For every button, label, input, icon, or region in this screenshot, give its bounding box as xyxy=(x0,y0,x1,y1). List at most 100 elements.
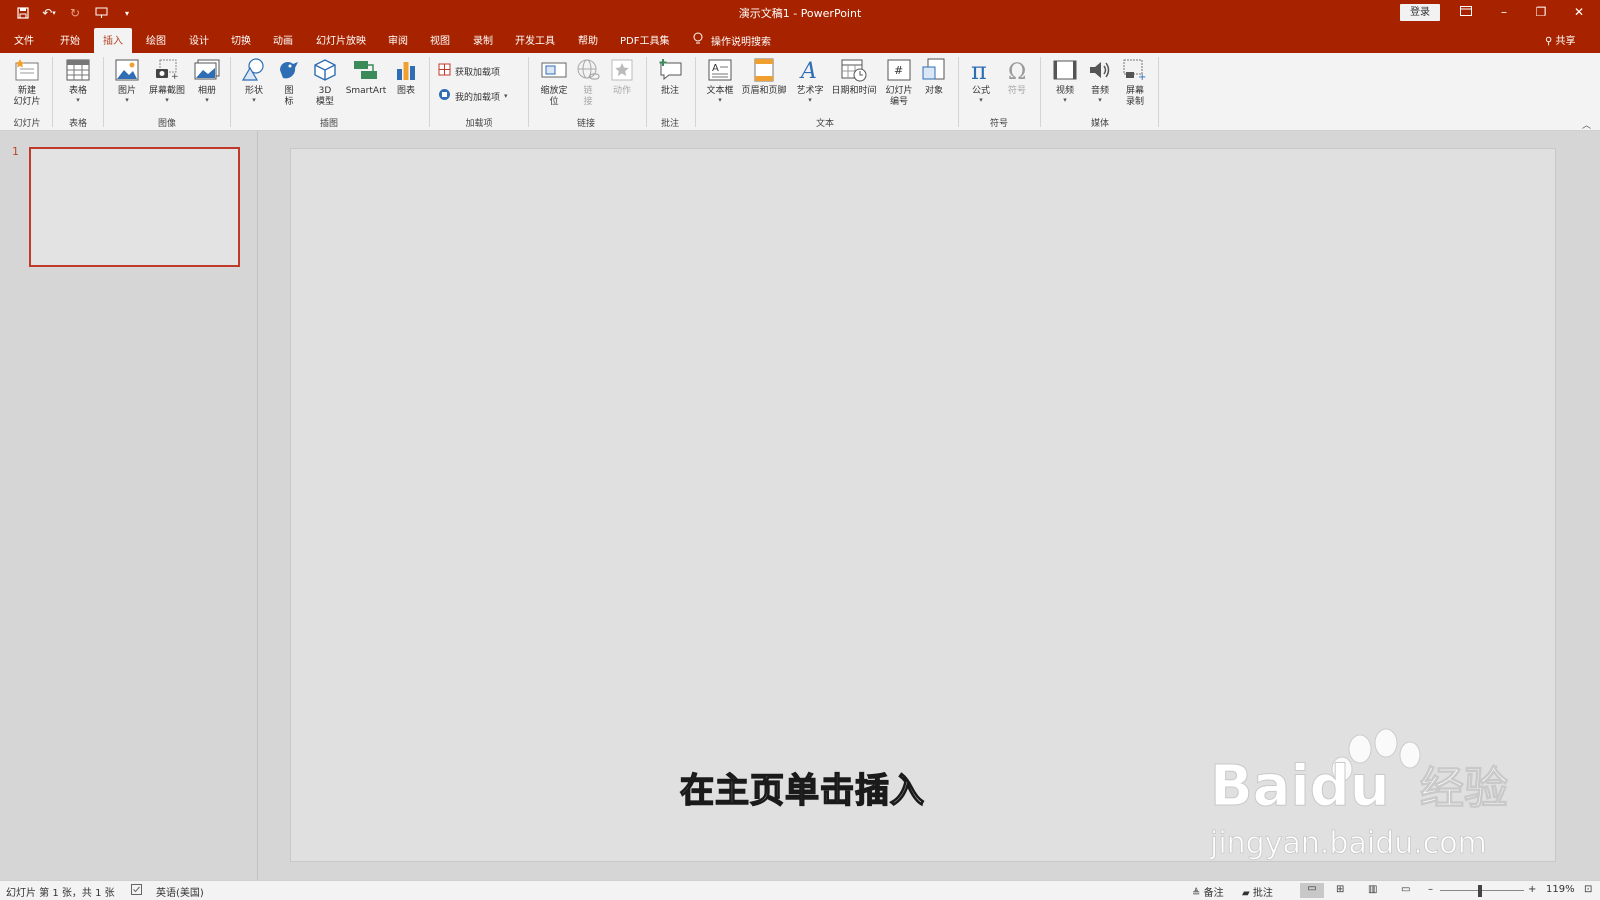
chevron-down-icon: ▾ xyxy=(76,96,80,104)
screenshot-icon: + xyxy=(153,56,181,84)
group-label-addins: 加载项 xyxy=(465,119,493,129)
star-action-icon xyxy=(608,56,636,84)
action-button[interactable]: 动作 xyxy=(608,56,636,97)
zoom-in-icon[interactable]: + xyxy=(1528,884,1536,895)
screenshot-button[interactable]: + 屏幕截图 ▾ xyxy=(145,56,189,104)
minimize-icon[interactable]: – xyxy=(1494,3,1514,21)
photo-album-button[interactable]: 相册 ▾ xyxy=(190,56,224,104)
group-label-media: 媒体 xyxy=(1090,119,1109,129)
tab-developer[interactable]: 开发工具 xyxy=(515,32,555,47)
tab-view[interactable]: 视图 xyxy=(430,32,450,47)
ribbon-display-options-icon[interactable] xyxy=(1456,3,1476,21)
restore-icon[interactable]: ❐ xyxy=(1531,3,1551,21)
wordart-button[interactable]: A 艺术字 ▾ xyxy=(792,56,828,104)
omega-icon: Ω xyxy=(1003,56,1031,84)
icons-button[interactable]: 图 标 xyxy=(274,56,304,108)
my-addins-button[interactable]: 我的加载项 ▾ xyxy=(438,88,508,104)
tab-design[interactable]: 设计 xyxy=(189,32,209,47)
tell-me-search[interactable]: 操作说明搜索 xyxy=(693,32,771,48)
watermark-brand: Baidu xyxy=(1210,754,1390,819)
group-separator xyxy=(230,57,231,127)
close-icon[interactable]: ✕ xyxy=(1569,3,1589,21)
slide-thumbnail[interactable] xyxy=(29,147,240,267)
equation-button[interactable]: π 公式 ▾ xyxy=(966,56,996,104)
login-button[interactable]: 登录 xyxy=(1400,4,1440,21)
object-button[interactable]: 对象 xyxy=(919,56,949,97)
screen-recording-label: 屏幕 录制 xyxy=(1125,86,1144,107)
chevron-down-icon: ▾ xyxy=(718,96,722,104)
tab-file[interactable]: 文件 xyxy=(14,32,34,47)
tab-home[interactable]: 开始 xyxy=(60,32,80,47)
tab-draw[interactable]: 绘图 xyxy=(146,32,166,47)
table-button[interactable]: 表格 ▾ xyxy=(60,56,96,104)
notes-icon: ≜ xyxy=(1192,888,1201,899)
get-addins-label: 获取加载项 xyxy=(455,67,501,78)
share-button[interactable]: ⚲ 共享 xyxy=(1545,32,1576,47)
chevron-down-icon: ▾ xyxy=(252,96,256,104)
chevron-down-icon: ▾ xyxy=(125,96,129,104)
textbox-button[interactable]: A 文本框 ▾ xyxy=(702,56,738,104)
collapse-ribbon-icon[interactable]: ︿ xyxy=(1582,118,1591,131)
pi-icon: π xyxy=(967,56,995,84)
chevron-down-icon: ▾ xyxy=(504,92,508,100)
screen-recording-button[interactable]: + 屏幕 录制 xyxy=(1120,56,1150,108)
tab-help[interactable]: 帮助 xyxy=(578,32,598,47)
fit-slide-icon[interactable]: ⊡ xyxy=(1584,884,1592,895)
symbol-button[interactable]: Ω 符号 xyxy=(1002,56,1032,97)
slide-number-button[interactable]: # 幻灯片 编号 xyxy=(880,56,918,108)
zoom-out-icon[interactable]: – xyxy=(1428,884,1433,895)
date-time-button[interactable]: 日期和时间 xyxy=(828,56,880,97)
window-title: 演示文稿1 - PowerPoint xyxy=(738,7,862,20)
3d-models-button[interactable]: 3D 模型 xyxy=(308,56,342,108)
language-indicator[interactable]: 英语(美国) xyxy=(156,884,204,899)
zoom-level[interactable]: 119% xyxy=(1546,884,1575,895)
globe-link-icon xyxy=(574,56,602,84)
audio-button[interactable]: 音频 ▾ xyxy=(1085,56,1115,104)
chart-button[interactable]: 图表 xyxy=(392,56,420,97)
chart-label: 图表 xyxy=(396,86,415,96)
smartart-button[interactable]: SmartArt xyxy=(343,56,389,97)
slide-number-icon: # xyxy=(885,56,913,84)
zoom-slider[interactable] xyxy=(1440,890,1524,891)
comment-button[interactable]: 批注 xyxy=(654,56,686,97)
spell-check-icon[interactable] xyxy=(131,884,142,898)
group-separator xyxy=(695,57,696,127)
tutorial-caption: 在主页单击插入 xyxy=(679,770,925,812)
shapes-icon xyxy=(240,56,268,84)
watermark-brand-cn: 经验 xyxy=(1420,763,1508,814)
tab-animations[interactable]: 动画 xyxy=(273,32,293,47)
group-separator xyxy=(429,57,430,127)
watermark-url: jingyan.baidu.com xyxy=(1210,826,1487,861)
slideshow-view-icon[interactable]: ▭ xyxy=(1401,884,1410,895)
slide-counter: 幻灯片 第 1 张，共 1 张 xyxy=(6,888,115,899)
tab-insert[interactable]: 插入 xyxy=(94,28,132,53)
zoom-button[interactable]: 缩放定 位 xyxy=(536,56,572,108)
tab-record[interactable]: 录制 xyxy=(473,32,493,47)
comment-icon xyxy=(656,56,684,84)
zoom-slider-thumb[interactable] xyxy=(1478,885,1482,897)
group-separator xyxy=(52,57,53,127)
tab-pdf-tools[interactable]: PDF工具集 xyxy=(620,32,669,47)
tab-transitions[interactable]: 切换 xyxy=(231,32,251,47)
reading-view-icon[interactable]: ▥ xyxy=(1368,884,1377,895)
picture-button[interactable]: 图片 ▾ xyxy=(110,56,144,104)
normal-view-icon[interactable]: ▭ xyxy=(1300,883,1324,898)
get-addins-button[interactable]: 获取加载项 xyxy=(438,63,500,79)
shapes-button[interactable]: 形状 ▾ xyxy=(238,56,270,104)
link-button[interactable]: 链 接 xyxy=(574,56,602,108)
date-time-label: 日期和时间 xyxy=(831,86,877,96)
3d-models-label: 3D 模型 xyxy=(315,86,334,107)
video-button[interactable]: 视频 ▾ xyxy=(1050,56,1080,104)
cube-icon xyxy=(311,56,339,84)
tell-me-label: 操作说明搜索 xyxy=(711,36,771,48)
tab-slideshow[interactable]: 幻灯片放映 xyxy=(316,32,366,47)
film-icon xyxy=(1051,56,1079,84)
store-icon xyxy=(438,63,451,79)
comments-button[interactable]: ▰ 批注 xyxy=(1242,884,1273,899)
slide-sorter-view-icon[interactable]: ⊞ xyxy=(1336,884,1344,895)
new-slide-button[interactable]: 新建 幻灯片 xyxy=(7,56,47,108)
header-footer-button[interactable]: 页眉和页脚 xyxy=(738,56,790,97)
tab-review[interactable]: 审阅 xyxy=(388,32,408,47)
notes-button[interactable]: ≜ 备注 xyxy=(1192,884,1224,899)
header-footer-label: 页眉和页脚 xyxy=(741,86,787,96)
